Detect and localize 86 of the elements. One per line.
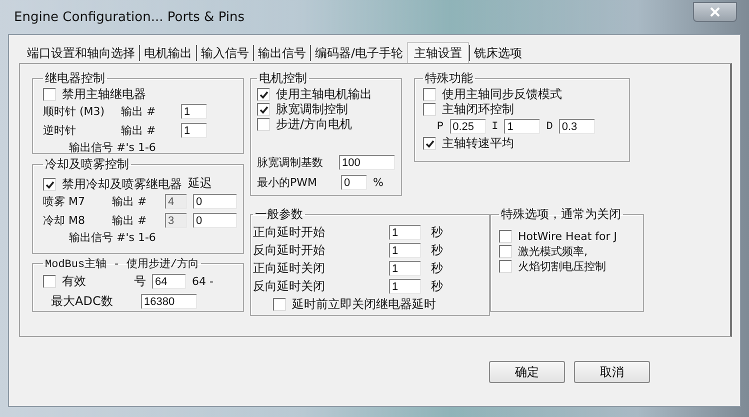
- input-field[interactable]: 1: [389, 224, 421, 240]
- field-label: 脉宽调制基数: [257, 154, 324, 170]
- group-title: ModBus主轴 - 使用步进/方向: [44, 256, 200, 271]
- input-field[interactable]: 1: [181, 104, 207, 119]
- dialog-button[interactable]: 取消: [574, 361, 650, 383]
- checkbox-label[interactable]: 禁用冷却及喷雾继电器: [62, 176, 182, 193]
- checkbox-label[interactable]: 火焰切割电压控制: [518, 259, 606, 274]
- dialog-button[interactable]: 确定: [489, 361, 565, 383]
- field-label: 64 -: [192, 274, 214, 288]
- field-label: 输出 #: [112, 194, 148, 209]
- checkbox-label[interactable]: 使用主轴电机输出: [276, 86, 372, 103]
- unit-label: 秒: [431, 260, 443, 276]
- group-title: 冷却及喷雾控制: [44, 156, 130, 173]
- field-label: 号: [134, 272, 146, 290]
- field-label: 顺时针 (M3): [43, 104, 106, 119]
- field-label: I: [492, 120, 498, 132]
- field-label: 正向延时关闭: [253, 260, 326, 276]
- field-label: 冷却 M8: [43, 213, 86, 228]
- hint-text: 输出信号 #'s 1-6: [68, 230, 157, 245]
- hint-text: 输出信号 #'s 1-6: [68, 140, 157, 155]
- input-field[interactable]: 1: [389, 260, 421, 276]
- close-icon: [710, 7, 720, 17]
- checkbox-label[interactable]: 主轴转速平均: [442, 135, 514, 152]
- tab[interactable]: 主轴设置: [407, 42, 470, 62]
- tab[interactable]: 输入信号: [197, 44, 253, 62]
- field-label: P: [437, 120, 444, 132]
- input-field[interactable]: 0.3: [558, 119, 595, 134]
- tab[interactable]: 编码器/电子手轮: [311, 44, 408, 62]
- checkbox[interactable]: [43, 274, 56, 288]
- unit-label: 秒: [431, 278, 443, 294]
- checkbox[interactable]: [423, 88, 436, 101]
- input-field[interactable]: 1: [181, 123, 207, 138]
- field-label: 最大ADC数: [51, 292, 114, 310]
- checkbox-label[interactable]: 主轴闭环控制: [442, 101, 514, 118]
- checkbox[interactable]: [273, 298, 286, 311]
- input-field[interactable]: 16380: [141, 294, 197, 308]
- checkbox-label[interactable]: 有效: [62, 272, 86, 290]
- checkbox[interactable]: [423, 137, 436, 150]
- field-label: 输出 #: [121, 123, 157, 138]
- checkbox-label[interactable]: 激光模式频率,: [518, 244, 588, 259]
- checkbox[interactable]: [499, 230, 512, 243]
- checkbox[interactable]: [257, 88, 270, 101]
- group-title: 电机控制: [258, 70, 308, 87]
- group-title: 特殊功能: [424, 70, 474, 87]
- column-label: 延迟: [188, 175, 212, 192]
- group-title: 一般参数: [254, 206, 304, 223]
- close-button[interactable]: [693, 2, 737, 22]
- input-field[interactable]: 1: [389, 278, 421, 294]
- checkbox[interactable]: [499, 245, 512, 258]
- checkbox[interactable]: [499, 260, 512, 273]
- checkbox-label[interactable]: HotWire Heat for J: [518, 230, 618, 243]
- field-label: 最小的PWM: [257, 174, 318, 190]
- unit-label: 秒: [431, 224, 443, 240]
- field-label: 输出 #: [112, 213, 148, 228]
- field-label: 逆时针: [43, 123, 77, 138]
- field-label: 反向延时开始: [253, 242, 326, 258]
- checkbox[interactable]: [423, 103, 436, 116]
- field-label: 喷雾 M7: [43, 194, 86, 209]
- input-field[interactable]: 1: [504, 119, 540, 134]
- checkbox[interactable]: [43, 178, 56, 191]
- input-field[interactable]: 1: [389, 242, 421, 258]
- input-field[interactable]: 0.25: [450, 119, 486, 134]
- input-field[interactable]: 64: [152, 274, 186, 288]
- checkbox[interactable]: [257, 118, 270, 131]
- checkbox-label[interactable]: 延时前立即关闭继电器延时: [292, 296, 436, 313]
- tab[interactable]: 输出信号: [254, 44, 310, 62]
- tab[interactable]: 电机输出: [140, 44, 196, 62]
- input-field[interactable]: 0: [341, 174, 367, 190]
- unit-label: %: [373, 176, 384, 188]
- checkbox[interactable]: [43, 88, 56, 101]
- window-title: Engine Configuration... Ports & Pins: [13, 10, 245, 24]
- input-field[interactable]: 100: [339, 154, 395, 170]
- checkbox-label[interactable]: 使用主轴同步反馈模式: [442, 86, 562, 103]
- checkbox-label[interactable]: 脉宽调制控制: [276, 101, 348, 118]
- unit-label: 秒: [431, 242, 443, 258]
- field-label: 正向延时开始: [253, 224, 326, 240]
- field-label: 输出 #: [121, 104, 157, 119]
- group-title: 继电器控制: [44, 70, 106, 87]
- tab[interactable]: 铣床选项: [470, 44, 526, 62]
- field-label: D: [546, 120, 553, 132]
- tab[interactable]: 端口设置和轴向选择: [23, 44, 139, 62]
- checkbox-label[interactable]: 步进/方向电机: [276, 116, 352, 133]
- field-label: 反向延时关闭: [253, 278, 326, 294]
- checkbox[interactable]: [257, 103, 270, 116]
- checkbox-label[interactable]: 禁用主轴继电器: [62, 86, 146, 103]
- group-title: 特殊选项，通常为关闭: [500, 206, 622, 223]
